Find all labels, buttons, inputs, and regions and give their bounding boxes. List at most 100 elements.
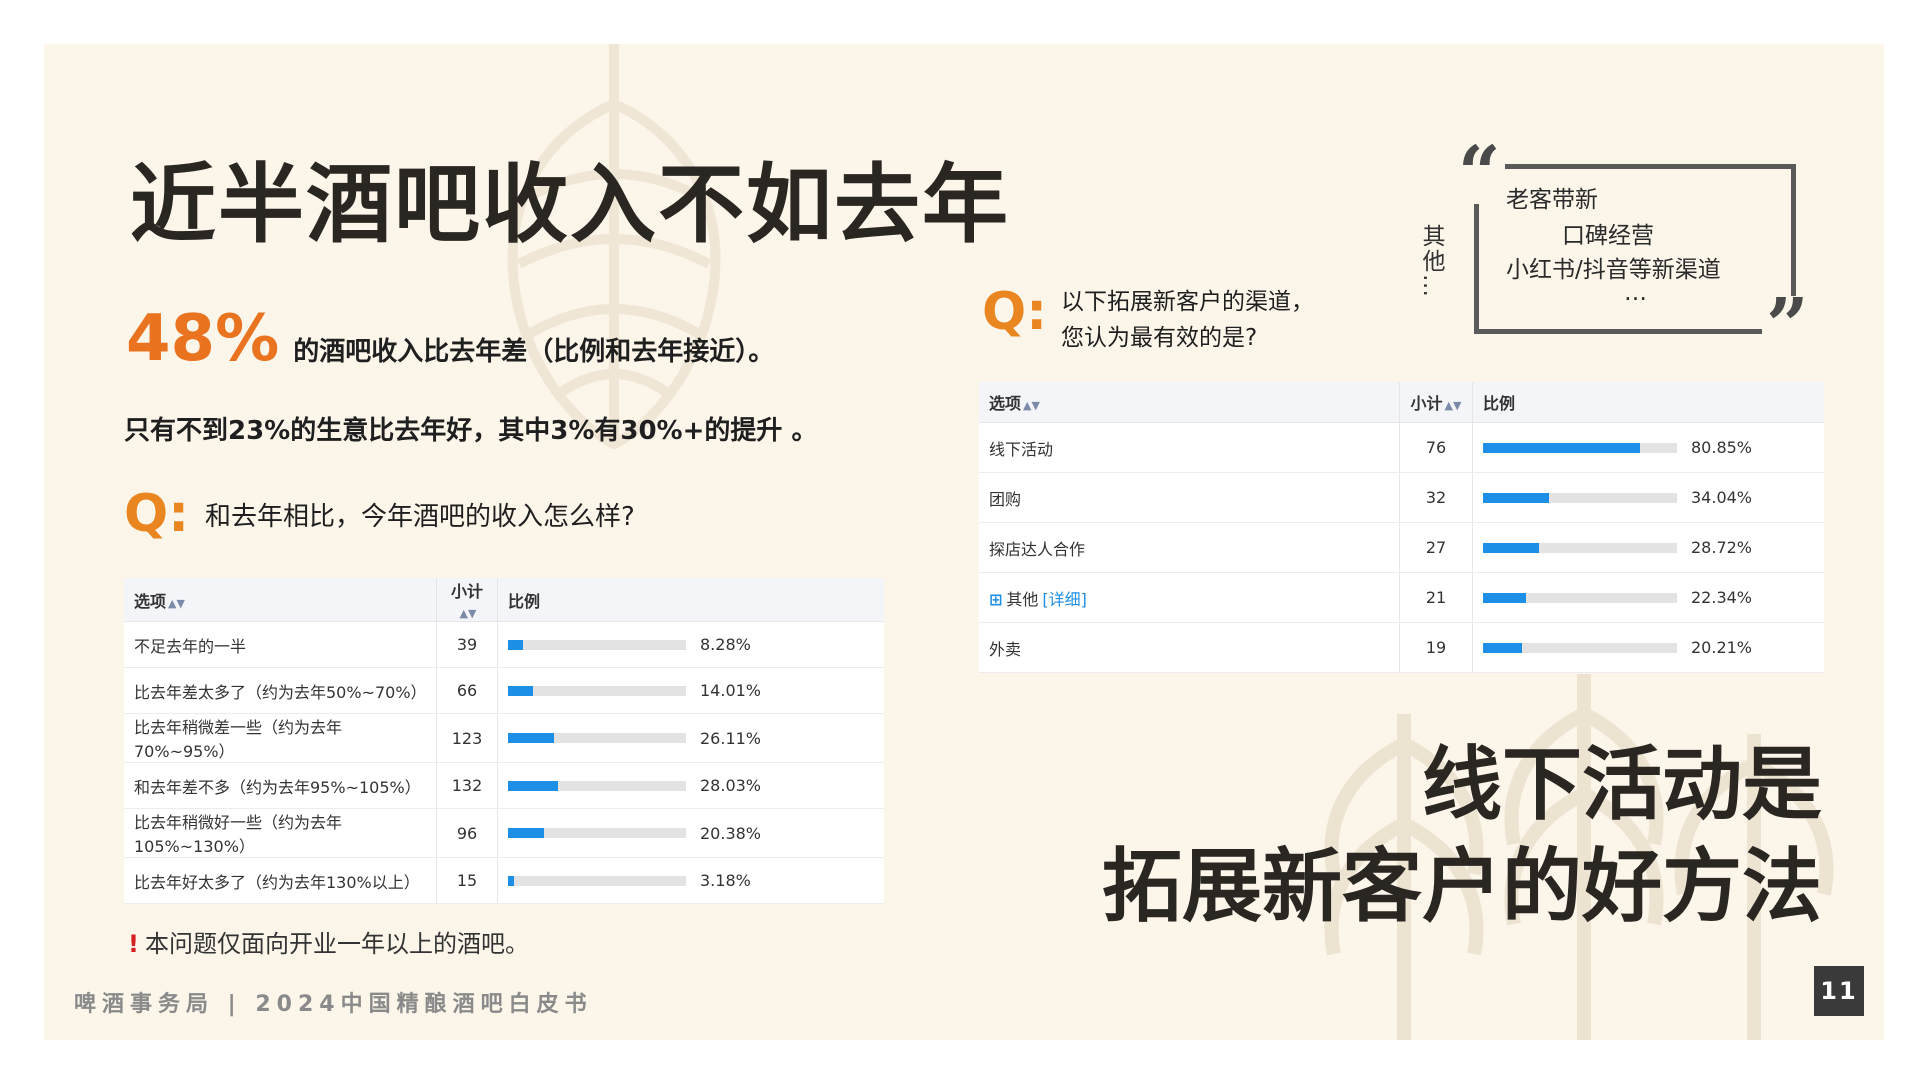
question-1-text: 和去年相比，今年酒吧的收入怎么样? [205,501,635,532]
table-row: 比去年稍微好一些（约为去年105%~130%） 96 20.38% [124,808,884,858]
quote-line: 口碑经营 [1562,223,1654,249]
progress-bar [1483,542,1677,553]
ratio-cell: 3.18% [497,857,884,904]
exclamation-icon: ! [128,930,139,958]
option-label: 探店达人合作 [989,539,1086,559]
table-header-row: 选项▲▼ 小计▲▼ 比例 [124,578,884,622]
table-row: 团购 32 34.04% [979,472,1824,523]
count-cell: 27 [1399,522,1473,573]
percent-label: 20.21% [1691,638,1753,657]
question-2-line2: 您认为最有效的是? [1061,325,1258,351]
count-cell: 39 [436,621,498,668]
survey-note: ! 本问题仅面向开业一年以上的酒吧。 [128,924,529,959]
ratio-cell: 26.11% [497,713,884,763]
stat-percent: 48% [126,302,280,376]
percent-label: 22.34% [1691,588,1753,607]
progress-bar [508,875,686,886]
stat-subline: 只有不到23%的生意比去年好，其中3%有30%+的提升 。 [124,416,818,446]
percent-label: 34.04% [1691,488,1753,507]
quote-line: 小红书/抖音等新渠道 [1506,257,1721,283]
stat-text: 的酒吧收入比去年差（比例和去年接近）。 [293,337,775,367]
count-cell: 32 [1399,472,1473,523]
count-header[interactable]: 小计▲▼ [1399,382,1473,423]
count-cell: 132 [436,762,498,809]
table-row: 线下活动 76 80.85% [979,422,1824,473]
count-cell: 66 [436,667,498,714]
question-2-text: 以下拓展新客户的渠道， 您认为最有效的是? [1061,284,1314,356]
ratio-cell: 20.21% [1472,622,1824,673]
channel-survey-table: 选项 ▲▼ 小计 ▲▼ 比例 线下活动 76 80.85% 团购 32 34.04% 探店达人合… [979,382,1824,673]
option-label: 比去年稍微好一些（约为去年105%~130%） [134,813,343,856]
table-row: 外卖 19 20.21% [979,622,1824,673]
quote-line: 老客带新 [1506,187,1598,213]
option-cell: 不足去年的一半 [124,621,437,668]
progress-fill [1483,442,1640,453]
percent-label: 3.18% [700,871,751,890]
ratio-cell: 14.01% [497,667,884,714]
sort-icon[interactable]: ▲▼ [460,607,477,620]
option-cell: 线下活动 [979,422,1400,473]
note-text: 本问题仅面向开业一年以上的酒吧。 [144,930,529,958]
percent-label: 14.01% [700,681,762,700]
table-header-row: 选项▲▼ 小计▲▼ 比例 [979,382,1824,423]
slide: 近半酒吧收入不如去年 48% 的酒吧收入比去年差（比例和去年接近）。 只有不到23… [44,44,1884,1040]
option-label: 比去年好太多了（约为去年130%以上） [134,872,420,892]
q-mark: Q: [982,282,1047,342]
progress-fill [508,639,523,650]
option-cell: 团购 [979,472,1400,523]
option-header[interactable]: 选项 ▲▼ [979,382,1400,423]
option-label: 其他 [1006,589,1039,609]
q-mark: Q: [124,484,189,544]
progress-fill [508,780,558,791]
progress-fill [1483,492,1550,503]
progress-bar [508,685,686,696]
table-row: ⊞ 其他 [详细] 21 22.34% [979,572,1824,623]
option-cell: 和去年差不多（约为去年95%~105%） [124,762,437,809]
ratio-cell: 8.28% [497,621,884,668]
headline-stat: 48% 的酒吧收入比去年差（比例和去年接近）。 [126,302,774,376]
ratio-cell: 20.38% [497,808,884,858]
ratio-cell: 28.72% [1472,522,1824,573]
sort-icon[interactable]: ▲▼ [1445,399,1462,412]
count-cell: 21 [1399,572,1473,623]
ratio-header: 比例 [1472,382,1824,423]
table-row: 不足去年的一半 39 8.28% [124,621,884,668]
option-label: 线下活动 [989,439,1054,459]
option-cell: 外卖 [979,622,1400,673]
open-quote-icon: “ [1454,137,1505,211]
ratio-cell: 22.34% [1472,572,1824,623]
count-header[interactable]: 小计▲▼ [436,578,498,622]
percent-label: 28.03% [700,776,762,795]
conclusion-line1: 线下活动是 [1422,738,1822,831]
option-cell: 比去年稍微好一些（约为去年105%~130%） [124,808,437,858]
table-row: 比去年稍微差一些（约为去年70%~95%） 123 26.11% [124,713,884,763]
ratio-header: 比例 [497,578,884,622]
sort-icon[interactable]: ▲▼ [168,597,185,610]
count-cell: 123 [436,713,498,763]
progress-bar [1483,492,1677,503]
count-cell: 15 [436,857,498,904]
option-cell: 比去年稍微差一些（约为去年70%~95%） [124,713,437,763]
option-label: 和去年差不多（约为去年95%~105%） [134,777,421,797]
option-label: 不足去年的一半 [134,636,247,656]
progress-fill [1483,592,1527,603]
progress-fill [508,733,555,743]
close-quote-icon: ” [1762,289,1813,363]
ratio-cell: 80.85% [1472,422,1824,473]
question-2-line1: 以下拓展新客户的渠道， [1061,289,1314,315]
progress-fill [508,875,514,886]
progress-bar [1483,642,1677,653]
count-cell: 76 [1399,422,1473,473]
expand-icon[interactable]: ⊞ [989,590,1002,609]
detail-link[interactable]: [详细] [1042,590,1087,609]
progress-bar [508,639,686,650]
sort-icon[interactable]: ▲▼ [1023,399,1040,412]
option-header[interactable]: 选项 ▲▼ [124,578,437,622]
option-label: 外卖 [989,639,1022,659]
percent-label: 26.11% [700,728,762,748]
percent-label: 8.28% [700,635,751,654]
option-label: 比去年稍微差一些（约为去年70%~95%） [134,718,343,761]
option-label: 比去年差太多了（约为去年50%~70%） [134,682,427,702]
question-2: Q: 以下拓展新客户的渠道， 您认为最有效的是? [982,282,1314,356]
option-cell: 探店达人合作 [979,522,1400,573]
